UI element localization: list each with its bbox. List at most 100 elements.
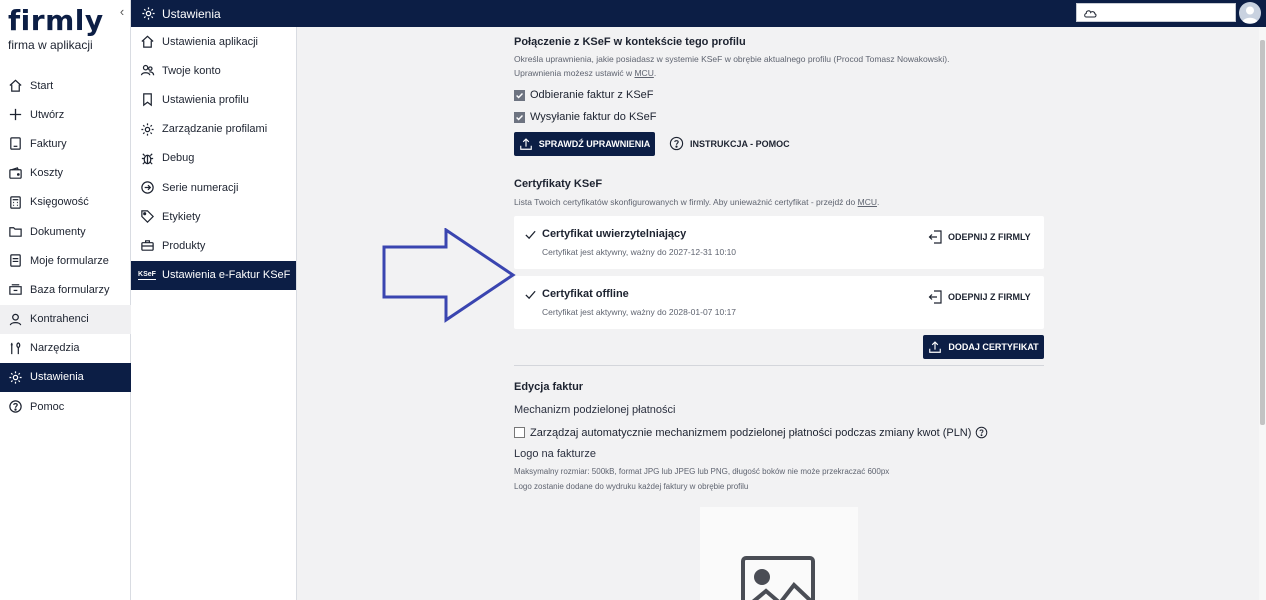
nav-item-label: Start [30,79,54,92]
tag-icon [139,209,155,225]
mcu-link[interactable]: MCU [858,197,877,207]
submenu-item-label: Etykiety [162,210,201,223]
top-bar: Ustawienia [131,0,1266,27]
submenu-item-labels[interactable]: Etykiety [131,202,296,231]
nav-item-settings[interactable]: Ustawienia [0,362,131,393]
nav-item-help[interactable]: Pomoc [0,392,131,421]
nav-item-my-forms[interactable]: Moje formularze [0,246,131,275]
submenu-item-ksef-settings[interactable]: KSeF Ustawienia e-Faktur KSeF [131,260,296,290]
page-title: Ustawienia [141,0,221,27]
home-icon [139,34,155,50]
nav-item-create[interactable]: Utwórz [0,100,131,129]
check-permissions-label: SPRAWDŹ UPRAWNIENIA [538,139,651,149]
settings-submenu: Ustawienia aplikacji Twoje konto Ustawie… [131,27,297,600]
user-icon [7,311,23,327]
section-divider [514,365,1044,366]
nav-item-label: Utwórz [30,108,65,121]
content-scrollbar-thumb[interactable] [1260,40,1265,425]
certificate-title: Certyfikat uwierzytelniający [542,228,687,240]
unpin-certificate-button[interactable]: ODEPNIJ Z FIRMLY [927,229,1031,245]
submenu-item-products[interactable]: Produkty [131,231,296,260]
ksef-connection-desc-line2: Uprawnienia możesz ustawić w [514,68,635,78]
submenu-item-profiles-management[interactable]: Zarządzanie profilami [131,115,296,144]
brand-logo[interactable]: firmly firma w aplikacji [8,6,118,56]
send-invoices-checkbox[interactable] [514,111,525,123]
question-icon [669,136,684,151]
nav-item-label: Faktury [30,137,67,150]
users-icon [139,63,155,79]
cloud-search-input[interactable] [1076,3,1236,22]
ksef-connection-desc: Określa uprawnienia, jakie posiadasz w s… [514,52,949,80]
submenu-item-label: Debug [162,152,195,165]
mcu-link[interactable]: MCU [634,68,653,78]
nav-item-label: Narzędzia [30,342,80,355]
certificate-card: Certyfikat uwierzytelniający Certyfikat … [514,216,1044,269]
nav-item-accounting[interactable]: Księgowość [0,188,131,217]
receive-invoices-checkbox[interactable] [514,89,525,101]
archive-icon [7,282,23,298]
home-icon [7,78,23,94]
nav-item-label: Baza formularzy [30,283,110,296]
ksef-connection-desc-end: . [653,68,657,78]
unpin-certificate-label: ODEPNIJ Z FIRMLY [948,292,1031,302]
submenu-item-account[interactable]: Twoje konto [131,56,296,85]
nav-item-costs[interactable]: Koszty [0,159,131,188]
add-certificate-button[interactable]: DODAJ CERTYFIKAT [923,335,1044,359]
annotation-arrow-icon [382,228,516,323]
plus-icon [7,107,23,123]
check-icon [525,290,536,300]
unpin-certificate-label: ODEPNIJ Z FIRMLY [948,232,1031,242]
brand-tagline: firma w aplikacji [8,38,93,52]
gear-icon [142,7,155,20]
nav-item-forms-base[interactable]: Baza formularzy [0,275,131,304]
certificate-card: Certyfikat offline Certyfikat jest aktyw… [514,276,1044,329]
submenu-item-debug[interactable]: Debug [131,144,296,173]
submenu-item-app-settings[interactable]: Ustawienia aplikacji [131,27,296,56]
main-nav: Start Utwórz Faktury Koszty Księgowość D… [0,71,131,421]
submenu-item-numbering-series[interactable]: Serie numeracji [131,173,296,202]
unlink-icon [928,230,942,244]
certificates-title: Certyfikaty KSeF [514,178,603,190]
nav-item-label: Koszty [30,167,64,180]
invoice-edit-title: Edycja faktur [514,381,584,393]
certificates-desc-end: . [876,197,880,207]
check-icon [525,230,536,240]
certificate-status: Certyfikat jest aktywny, ważny do 2027-1… [542,247,737,257]
nav-item-invoices[interactable]: Faktury [0,129,131,158]
brand-name: firmly [8,4,104,37]
certificate-title: Certyfikat offline [542,288,629,300]
split-payment-checkbox-row[interactable]: Zarządzaj automatycznie mechanizmem podz… [514,426,988,439]
gear-icon [7,369,23,385]
nav-item-start[interactable]: Start [0,71,131,100]
submenu-item-label: Serie numeracji [162,181,239,194]
nav-item-tools[interactable]: Narzędzia [0,334,131,363]
send-invoices-checkbox-row[interactable]: Wysyłanie faktur do KSeF [514,111,656,123]
gear-icon [139,121,155,137]
nav-item-label: Ustawienia [30,371,84,384]
help-instruction-label: INSTRUKCJA - POMOC [690,138,790,149]
upload-icon [929,341,942,353]
help-instruction-link[interactable]: INSTRUKCJA - POMOC [669,136,790,151]
logo-upload-area[interactable] [700,507,858,600]
question-icon [976,426,988,439]
ksef-badge: KSeF [138,271,156,281]
logo-hint: Maksymalny rozmiar: 500kB, format JPG lu… [514,464,889,494]
unpin-certificate-button[interactable]: ODEPNIJ Z FIRMLY [927,289,1031,305]
nav-item-label: Pomoc [30,400,65,413]
collapse-sidebar-icon[interactable]: ‹ [115,4,129,20]
folder-icon [7,224,23,240]
user-avatar[interactable] [1239,2,1261,24]
receive-invoices-label: Odbieranie faktur z KSeF [530,89,654,101]
nav-item-documents[interactable]: Dokumenty [0,217,131,246]
submenu-item-label: Ustawienia aplikacji [162,35,258,48]
unlink-icon [928,290,942,304]
page-title-text: Ustawienia [162,6,221,21]
split-payment-checkbox[interactable] [514,427,525,438]
check-permissions-button[interactable]: SPRAWDŹ UPRAWNIENIA [514,132,655,156]
submenu-item-profile-settings[interactable]: Ustawienia profilu [131,85,296,114]
nav-item-contractors[interactable]: Kontrahenci [0,304,131,334]
receive-invoices-checkbox-row[interactable]: Odbieranie faktur z KSeF [514,89,654,101]
certificate-status: Certyfikat jest aktywny, ważny do 2028-0… [542,307,737,317]
calculator-icon [7,194,23,210]
logo-hint-size: Maksymalny rozmiar: 500kB, format JPG lu… [514,467,890,476]
